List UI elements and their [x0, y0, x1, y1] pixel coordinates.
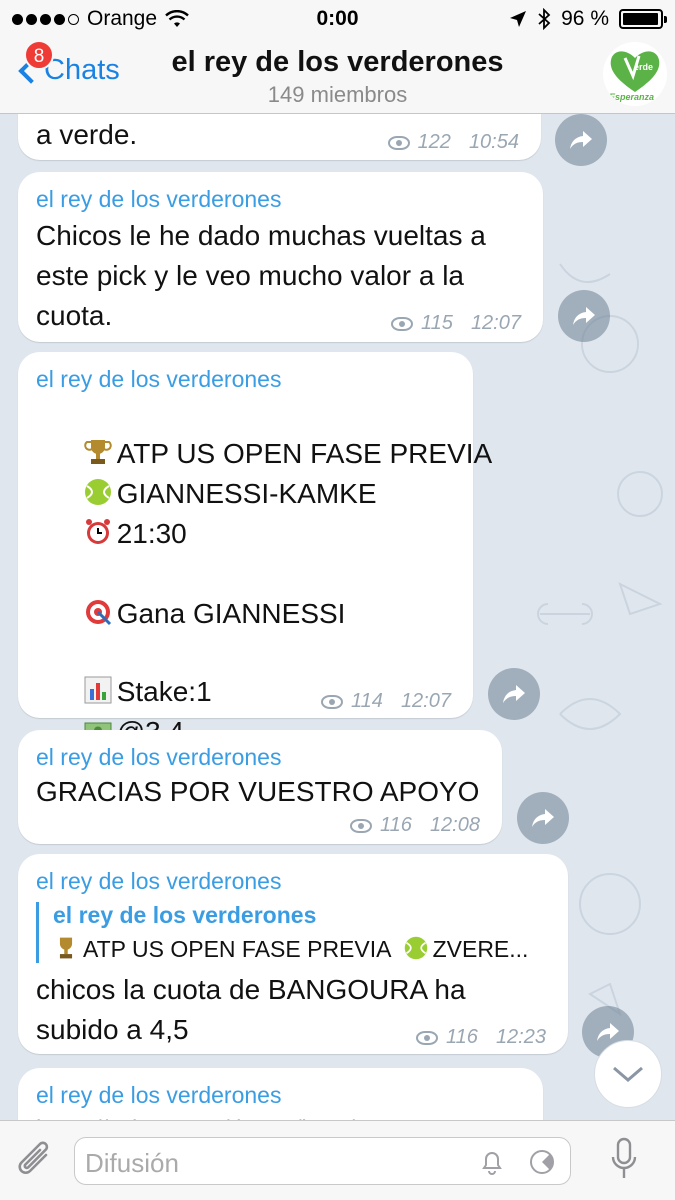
eye-icon [350, 818, 373, 833]
top-bar: Orange 0:00 96 % Chats 8 el rey de los v… [0, 0, 675, 114]
reply-text: ATP US OPEN FASE PREVIA ZVERE... [53, 935, 528, 963]
message-meta: 115 12:07 [391, 312, 521, 335]
sender-name: el rey de los verderones [36, 186, 282, 212]
share-icon [503, 685, 525, 703]
reply-text-b: ZVERE... [432, 936, 529, 962]
status-bar: Orange 0:00 96 % [0, 0, 675, 38]
chat-title[interactable]: el rey de los verderones [0, 46, 675, 79]
tennis-ball-icon [404, 936, 427, 960]
message-text: 21:30 [116, 518, 187, 549]
message-bubble[interactable]: el rey de los verderones ATP US OPEN FAS… [18, 352, 492, 747]
status-right: 96 % [509, 7, 667, 31]
message-line: Chicos le he dado muchas vueltas a [36, 220, 486, 251]
broadcast-input[interactable]: Difusión [74, 1137, 571, 1185]
view-count: 116 [446, 1026, 478, 1048]
input-bar: Difusión [0, 1120, 675, 1200]
eye-icon [387, 135, 410, 150]
share-button[interactable] [517, 792, 569, 844]
message-list[interactable]: a verde. 122 10:54 el rey de los verdero… [0, 114, 675, 1120]
message-bubble[interactable]: a verde. 122 10:54 [18, 114, 541, 160]
message-text: Gana GIANNESSI [116, 598, 346, 629]
message-line: este pick y le veo mucho valor a la [36, 260, 464, 291]
message-time: 12:07 [470, 312, 521, 334]
sender-name: el rey de los verderones [36, 366, 282, 392]
channel-avatar[interactable]: erde Esperanza [603, 42, 667, 106]
message-link[interactable]: https://twitter.com/tipster/bet2/statu [36, 1110, 407, 1120]
message-meta: 114 12:07 [321, 690, 451, 713]
eye-icon [391, 316, 414, 331]
sender-name: el rey de los verderones [36, 868, 282, 894]
message-time: 12:07 [400, 690, 451, 712]
member-count: 149 miembros [267, 82, 408, 107]
message-line: subido a 4,5 [36, 1014, 189, 1045]
bluetooth-icon [538, 8, 551, 30]
logo-text-top: erde [634, 62, 654, 72]
message-bubble[interactable]: el rey de los verderones https://twitter… [18, 1068, 543, 1120]
alarm-clock-icon [85, 519, 110, 544]
view-count: 122 [417, 131, 451, 153]
bell-icon[interactable] [478, 1148, 506, 1176]
message-meta: 116 12:08 [350, 814, 480, 837]
message-line: chicos la cuota de BANGOURA ha [36, 974, 466, 1005]
reply-sender: el rey de los verderones [53, 902, 317, 928]
target-icon [85, 600, 111, 626]
eye-icon [321, 694, 344, 709]
message-bubble[interactable]: el rey de los verderones GRACIAS POR VUE… [18, 730, 502, 844]
input-placeholder: Difusión [85, 1148, 179, 1178]
message-text: a verde. [36, 119, 138, 150]
eye-icon [416, 1030, 439, 1045]
message-meta: 122 10:54 [387, 131, 519, 154]
logo-text-bottom: Esperanza [609, 92, 655, 102]
view-count: 116 [380, 814, 412, 836]
sender-name: el rey de los verderones [36, 1082, 282, 1108]
paperclip-icon[interactable] [16, 1139, 56, 1183]
location-arrow-icon [510, 11, 527, 27]
chevron-down-icon [613, 1066, 643, 1082]
trophy-icon [59, 937, 73, 959]
share-button[interactable] [555, 114, 607, 166]
scroll-down-button[interactable] [594, 1040, 662, 1108]
message-bubble[interactable]: el rey de los verderones el rey de los v… [18, 854, 568, 1054]
view-count: 115 [421, 312, 453, 334]
message-text: GRACIAS POR VUESTRO APOYO [36, 776, 480, 807]
microphone-icon[interactable] [611, 1137, 637, 1183]
share-icon [573, 307, 595, 325]
share-icon [570, 131, 592, 149]
share-button[interactable] [558, 290, 610, 342]
message-time: 12:23 [495, 1026, 546, 1048]
sender-name: el rey de los verderones [36, 744, 282, 770]
message-meta: 116 12:23 [416, 1026, 546, 1049]
reply-quote[interactable]: el rey de los verderones ATP US OPEN FAS… [36, 902, 528, 963]
reply-text-a: ATP US OPEN FASE PREVIA [83, 936, 391, 962]
battery-icon [619, 9, 667, 29]
battery-percent: 96 % [561, 7, 609, 30]
message-line: cuota. [36, 300, 113, 331]
message-bubble[interactable]: el rey de los verderones Chicos le he da… [18, 172, 543, 342]
moon-icon[interactable] [528, 1148, 556, 1176]
share-icon [597, 1023, 619, 1041]
message-time: 12:08 [429, 814, 480, 836]
share-button[interactable] [488, 668, 540, 720]
view-count: 114 [351, 690, 383, 712]
share-icon [532, 809, 554, 827]
message-time: 10:54 [468, 131, 519, 153]
